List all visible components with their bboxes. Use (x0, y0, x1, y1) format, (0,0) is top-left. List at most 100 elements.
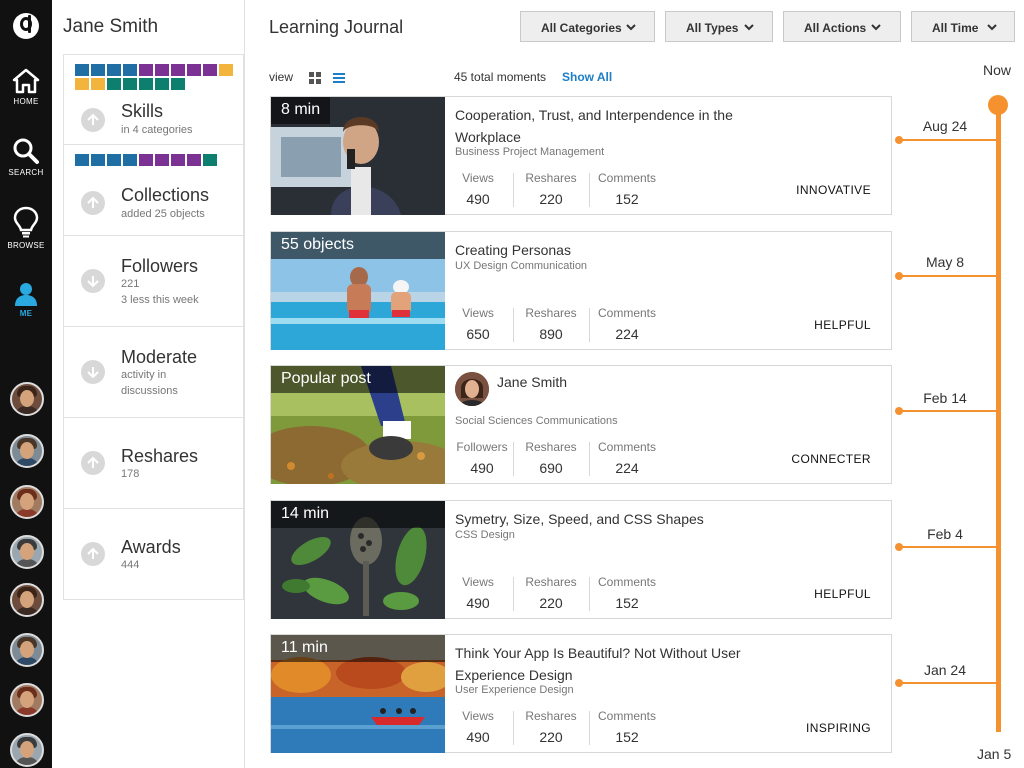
nav-search[interactable]: SEARCH (0, 137, 52, 193)
home-icon (12, 68, 40, 94)
card-title[interactable]: Symetry, Size, Speed, and CSS Shapes (455, 508, 755, 530)
card-thumbnail: 8 min (271, 97, 445, 215)
card-badge: Popular post (271, 366, 445, 393)
chevron-down-icon (871, 24, 881, 31)
nav-me[interactable]: ME (0, 282, 52, 338)
card-category: UX Design Communication (455, 260, 588, 272)
card-title[interactable]: Think Your App Is Beautiful? Not Without… (455, 642, 755, 686)
metric-value: 220 (539, 191, 563, 207)
contact-avatar[interactable] (10, 583, 44, 617)
grid-view-icon[interactable] (309, 72, 321, 84)
metric-value: 490 (466, 729, 490, 745)
card-category: Social Sciences Communications (455, 415, 618, 427)
moment-card[interactable]: Popular post Jane Smith Social Sciences … (270, 365, 892, 484)
moment-card[interactable]: 55 objects Creating Personas UX Design C… (270, 231, 892, 350)
timeline-tick[interactable] (895, 136, 996, 144)
metric-label: Reshares (525, 306, 577, 320)
metric-value: 650 (466, 326, 490, 342)
card-badge: 11 min (271, 635, 445, 662)
moment-card[interactable]: 8 min Cooperation, Trust, and Interpende… (270, 96, 892, 215)
metric-value: 490 (470, 460, 494, 476)
stat-reshares[interactable]: Reshares 178 (63, 418, 244, 509)
filter-label: All Time (932, 21, 979, 35)
profile-name: Jane Smith (63, 16, 159, 37)
stat-title: Reshares (121, 446, 199, 466)
timeline-date: Feb 4 (927, 526, 963, 542)
stat-skills[interactable]: Skills in 4 categories (63, 54, 244, 145)
main-nav: HOME SEARCH BROWSE ME (0, 0, 52, 768)
list-view-icon[interactable] (333, 72, 345, 84)
timeline-tick[interactable] (895, 407, 996, 415)
timeline-tick[interactable] (895, 679, 996, 687)
contact-avatar[interactable] (10, 633, 44, 667)
stat-moderate[interactable]: Moderate activity in discussions (63, 327, 244, 418)
card-title[interactable]: Cooperation, Trust, and Interpendence in… (455, 104, 755, 148)
filter-label: All Types (686, 21, 739, 35)
metric-comments: Comments 152 (597, 575, 657, 613)
metric-divider (589, 577, 590, 611)
metric-label: Views (462, 709, 494, 723)
card-category: Business Project Management (455, 146, 605, 158)
metric-value: 152 (615, 191, 639, 207)
filter-types[interactable]: All Types (665, 11, 773, 42)
contact-avatar[interactable] (10, 382, 44, 416)
card-tag: INSPIRING (806, 721, 871, 735)
metric-label: Reshares (525, 440, 577, 454)
timeline-tick[interactable] (895, 543, 996, 551)
filter-time[interactable]: All Time (911, 11, 1015, 42)
chevron-down-icon (626, 24, 636, 31)
stat-followers[interactable]: Followers 221 3 less this week (63, 236, 244, 327)
metric-reshares: Reshares 220 (523, 575, 579, 613)
timeline-date: Jan 24 (923, 662, 967, 678)
stat-title: Awards (121, 537, 181, 557)
metric-label: Comments (597, 709, 656, 723)
nav-browse-label: BROWSE (7, 241, 45, 250)
contact-avatar[interactable] (10, 485, 44, 519)
metric-divider (513, 308, 514, 342)
card-tag: HELPFUL (814, 587, 871, 601)
arrow-down-icon (81, 269, 105, 293)
author-name[interactable]: Jane Smith (497, 374, 567, 390)
card-title-line: Think Your App Is Beautiful? Not Without… (455, 645, 741, 661)
timeline-now-marker[interactable] (988, 95, 1008, 115)
contact-avatar[interactable] (10, 434, 44, 468)
filter-label: All Actions (804, 21, 867, 35)
stat-awards[interactable]: Awards 444 (63, 509, 244, 600)
main-content: Learning Journal All Categories All Type… (245, 0, 1024, 768)
metric-views: Views 490 (455, 575, 501, 613)
metric-reshares: Reshares 890 (523, 306, 579, 344)
metric-divider (513, 711, 514, 745)
timeline-date: May 8 (925, 254, 965, 270)
metric-divider (589, 442, 590, 476)
metric-label: Views (462, 575, 494, 589)
author-avatar[interactable] (455, 372, 489, 406)
moment-card[interactable]: 14 min Symetry, Size, Speed, and CSS Sha… (270, 500, 892, 619)
arrow-up-icon (81, 542, 105, 566)
card-thumbnail: 55 objects (271, 232, 445, 350)
contact-avatar[interactable] (10, 535, 44, 569)
timeline-tick[interactable] (895, 272, 996, 280)
metric-views: Views 650 (455, 306, 501, 344)
metric-value: 690 (539, 460, 563, 476)
metric-views: Views 490 (455, 709, 501, 747)
filter-categories[interactable]: All Categories (520, 11, 655, 42)
metric-value: 490 (466, 595, 490, 611)
card-badge: 8 min (271, 97, 331, 124)
contact-avatar[interactable] (10, 733, 44, 767)
filter-actions[interactable]: All Actions (783, 11, 901, 42)
metric-value: 890 (539, 326, 563, 342)
stat-sub-secondary: discussions (121, 385, 178, 397)
show-all-link[interactable]: Show All (562, 70, 612, 84)
moment-card[interactable]: 11 min Think Your App Is Beautiful? Not … (270, 634, 892, 753)
card-thumbnail: 11 min (271, 635, 445, 753)
card-title[interactable]: Creating Personas (455, 239, 755, 261)
stat-collections[interactable]: Collections added 25 objects (63, 145, 244, 236)
card-title-line: Cooperation, Trust, and Interpendence in… (455, 107, 733, 123)
contact-avatar[interactable] (10, 683, 44, 717)
nav-browse[interactable]: BROWSE (0, 206, 52, 262)
nav-home[interactable]: HOME (0, 68, 52, 124)
logo-icon[interactable] (13, 13, 39, 39)
metric-comments: Comments 152 (597, 709, 657, 747)
metric-value: 224 (615, 326, 639, 342)
arrow-up-icon (81, 191, 105, 215)
